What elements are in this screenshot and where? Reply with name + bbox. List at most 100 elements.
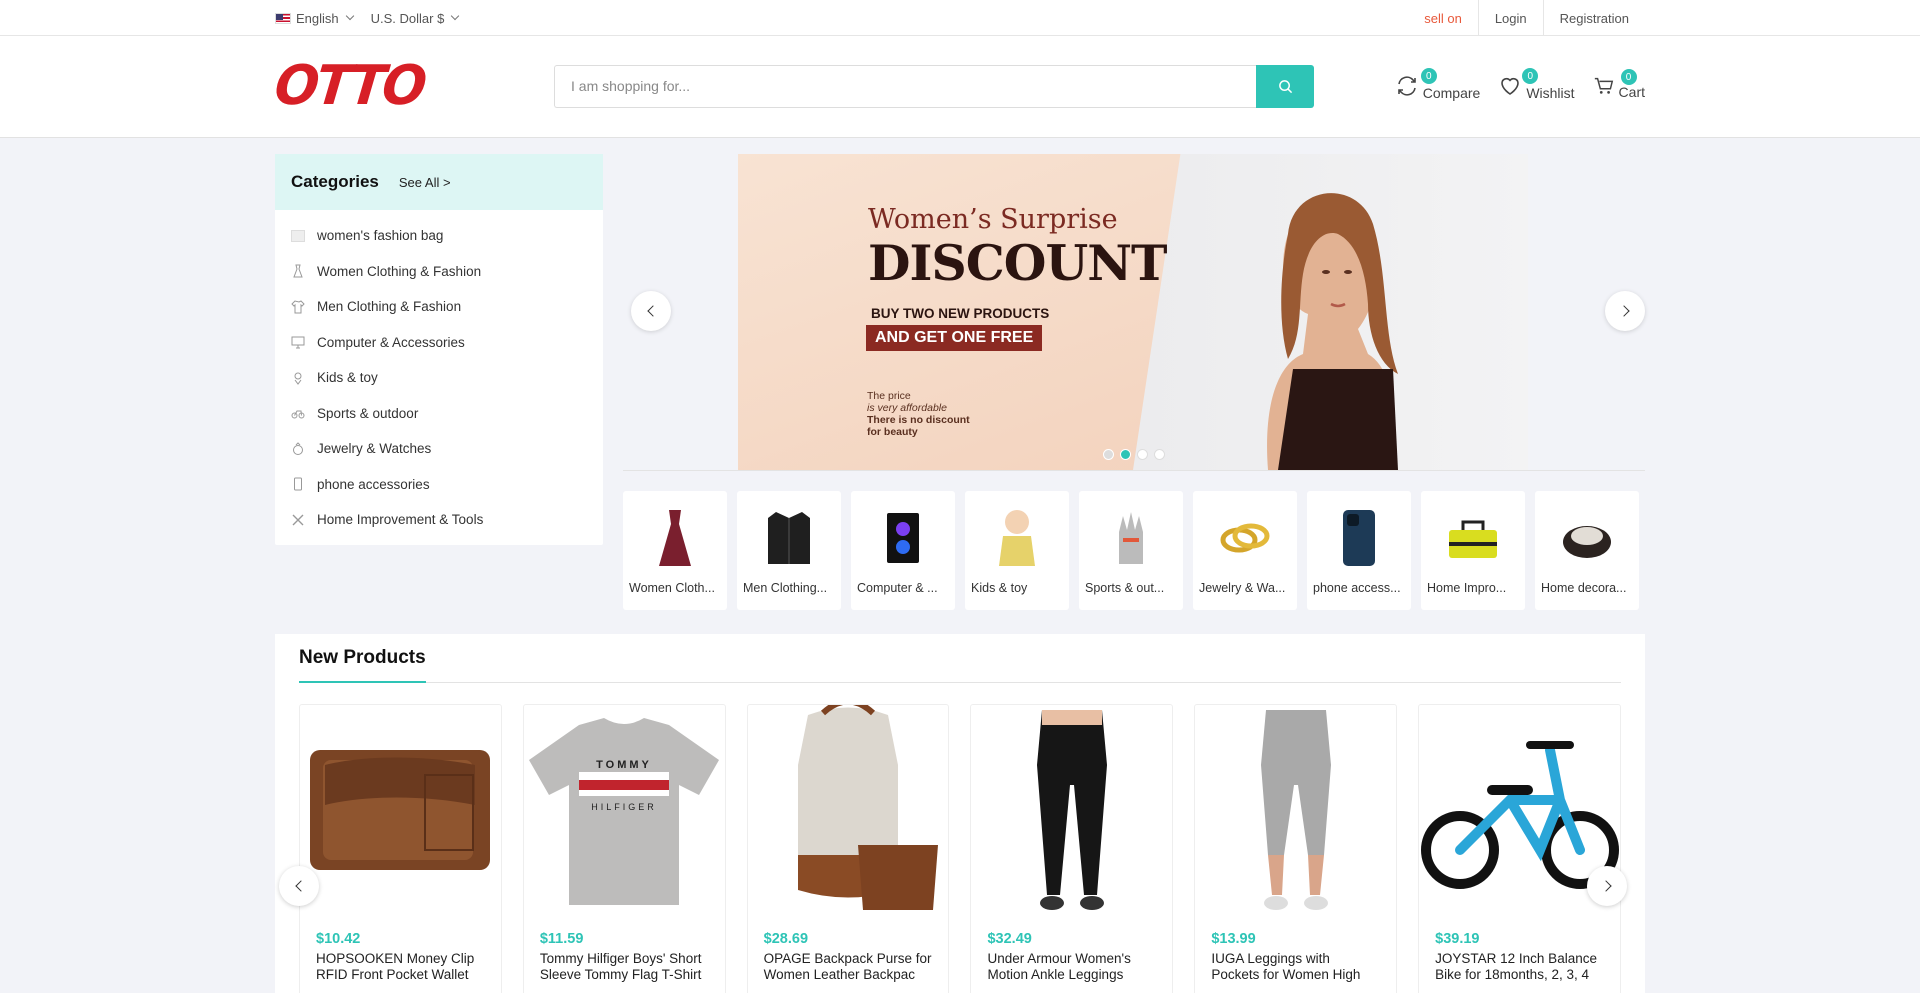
category-item[interactable]: Women Clothing & Fashion [275,254,603,290]
featured-category-card[interactable]: Computer & ... [851,491,955,610]
featured-category-card[interactable]: Kids & toy [965,491,1069,610]
wishlist-button[interactable]: 0 Wishlist [1498,68,1575,101]
slider-dot[interactable] [1137,449,1148,460]
category-label: Home Improvement & Tools [317,512,484,528]
ring-icon [291,442,305,456]
product-price: $28.69 [763,931,809,947]
chevron-down-icon [451,11,460,21]
featured-categories: Women Cloth... Men Clothing... Computer & … [623,491,1645,610]
category-label: Women Clothing & Fashion [317,263,482,279]
wishlist-count-badge: 0 [1522,68,1539,84]
categories-header: Categories See All > [275,154,603,210]
featured-category-label: Home Impro... [1427,581,1507,595]
featured-category-card[interactable]: Jewelry & Wa... [1193,491,1297,610]
currency-selector[interactable]: U.S. Dollar $ [371,11,460,26]
banner-headline: DISCOUNT [868,234,1167,292]
jacket-icon [756,505,822,571]
slider-dot[interactable] [1103,449,1114,460]
otto-logo[interactable]: OTTO [272,55,619,118]
featured-category-card[interactable]: Home Impro... [1421,491,1525,610]
product-price: $10.42 [316,931,361,947]
featured-category-label: Computer & ... [857,581,938,595]
product-card[interactable]: $32.49 Under Armour Women's Motion Ankle … [970,704,1174,993]
heart-icon [1501,77,1520,95]
compare-button[interactable]: 0 Compare [1395,68,1480,101]
category-label: women's fashion bag [317,228,444,244]
product-title[interactable]: JOYSTAR 12 Inch Balance Bike for 18month… [1435,951,1604,983]
product-card[interactable]: $28.69 OPAGE Backpack Purse for Women Lea… [746,704,950,993]
cart-button[interactable]: 0 Cart [1593,69,1645,100]
chevron-left-icon [294,880,307,892]
leggings-icon[interactable] [971,705,1172,915]
category-item[interactable]: phone accessories [275,467,603,503]
featured-category-label: Jewelry & Wa... [1199,581,1286,595]
sell-on-link[interactable]: sell on [1408,0,1478,36]
category-label: Men Clothing & Fashion [317,299,462,315]
cart-label: Cart [1618,84,1645,100]
category-item[interactable]: Men Clothing & Fashion [275,289,603,325]
product-card[interactable]: $10.42 HOPSOOKEN Money Clip RFID Front Po… [299,704,502,993]
tshirt-icon[interactable]: TOMMY HILFIGER [524,705,725,915]
banner-slide[interactable]: Women’s Surprise DISCOUNT BUY TWO NEW PR… [738,154,1528,470]
glove-icon [1098,505,1164,571]
pc-tower-icon [870,505,936,571]
featured-category-label: Men Clothing... [743,581,828,595]
category-item[interactable]: women's fashion bag [275,218,603,254]
category-item[interactable]: Computer & Accessories [275,325,603,361]
category-label: Jewelry & Watches [317,441,432,457]
chevron-down-icon [345,11,354,21]
category-item[interactable]: Home Improvement & Tools [275,502,603,538]
featured-category-card[interactable]: Men Clothing... [737,491,841,610]
product-price: $13.99 [1211,931,1256,947]
banner-offer-badge: AND GET ONE FREE [866,325,1043,351]
product-price: $32.49 [987,931,1032,947]
search-input[interactable] [554,64,1256,108]
featured-category-card[interactable]: Women Cloth... [623,491,727,610]
wishlist-label: Wishlist [1526,85,1575,101]
compare-icon [1397,76,1416,96]
pouf-icon [1554,505,1620,571]
featured-category-card[interactable]: Home decora... [1535,491,1639,610]
product-card[interactable]: $13.99 IUGA Leggings with Pockets for Wom… [1194,704,1398,993]
category-item[interactable]: Kids & toy [275,360,603,396]
language-selector[interactable]: English [275,11,354,26]
product-title[interactable]: Under Armour Women's Motion Ankle Leggin… [987,951,1156,983]
see-all-link[interactable]: See All > [399,175,451,190]
us-flag-icon [275,12,291,24]
section-title: New Products [299,647,426,683]
search-icon [1278,79,1292,93]
hero-section: Categories See All > women's fashion bag… [275,154,1645,610]
slider-dot[interactable] [1154,449,1165,460]
category-item[interactable]: Sports & outdoor [275,396,603,432]
registration-link[interactable]: Registration [1542,0,1645,36]
wallet-icon[interactable] [300,705,501,915]
product-title[interactable]: HOPSOOKEN Money Clip RFID Front Pocket W… [316,951,485,983]
login-link[interactable]: Login [1477,0,1543,36]
product-title[interactable]: Tommy Hilfiger Boys' Short Sleeve Tommy … [540,951,709,983]
carousel-next-button[interactable] [1587,866,1627,906]
search-button[interactable] [1256,64,1314,108]
toolbag-icon [1440,505,1506,571]
image-placeholder-icon [291,229,305,243]
product-title[interactable]: IUGA Leggings with Pockets for Women Hig… [1211,951,1380,983]
featured-category-label: phone access... [1313,581,1401,595]
backpack-icon[interactable] [748,705,949,915]
featured-category-card[interactable]: phone access... [1307,491,1411,610]
carousel-prev-button[interactable] [279,866,319,906]
slider-dot[interactable] [1120,449,1131,460]
header: OTTO 0 Compare 0 Wishlist 0 Cart [0,36,1920,138]
product-card[interactable]: TOMMY HILFIGER $11.59 Tommy Hilfiger Boys' … [522,704,726,993]
featured-category-label: Home decora... [1541,581,1627,595]
featured-category-label: Women Cloth... [629,581,715,595]
capri-icon[interactable] [1195,705,1396,915]
product-card[interactable]: $39.19 JOYSTAR 12 Inch Balance Bike for 1… [1418,704,1621,993]
slider-next-button[interactable] [1605,291,1645,331]
svg-text:HILFIGER: HILFIGER [591,802,657,812]
slider-prev-button[interactable] [631,291,671,331]
product-title[interactable]: OPAGE Backpack Purse for Women Leather B… [764,951,933,983]
category-item[interactable]: Jewelry & Watches [275,431,603,467]
banner-small-text: The price is very affordable There is no… [867,390,970,438]
top-bar: English U.S. Dollar $ sell on Login Regi… [0,0,1920,36]
category-label: Computer & Accessories [317,334,465,350]
featured-category-card[interactable]: Sports & out... [1079,491,1183,610]
